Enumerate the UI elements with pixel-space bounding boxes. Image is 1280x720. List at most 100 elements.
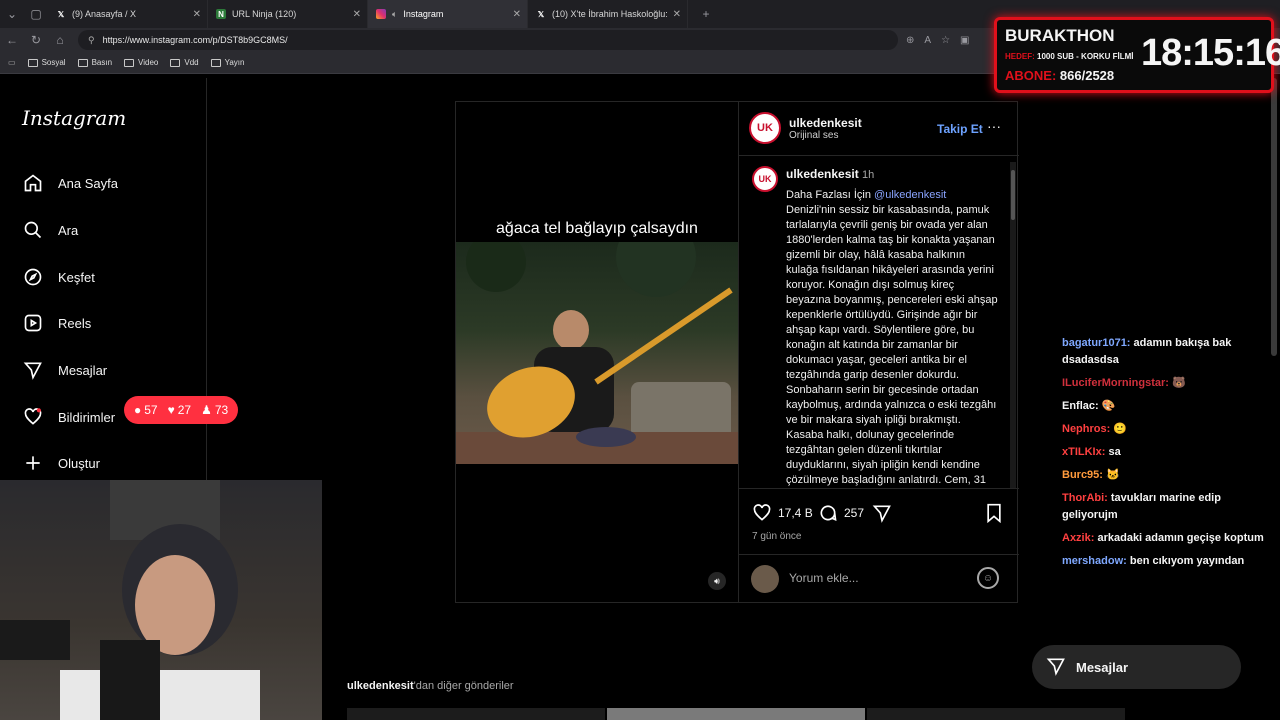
emoji-icon[interactable]: ☺ [977, 567, 999, 589]
like-count: 17,4 B [778, 506, 813, 520]
url-field[interactable]: ⚲ https://www.instagram.com/p/DST8b9GC8M… [78, 30, 898, 50]
avatar-text: UK [758, 174, 772, 184]
caption-author[interactable]: ulkedenkesit 1h [786, 167, 874, 181]
post-media[interactable]: ağaca tel bağlayıp çalsaydın 🔊︎ [456, 102, 738, 602]
bookmark-label: Basın [91, 58, 113, 67]
post-actions: 17,4 B 257 7 gün önce [739, 488, 1019, 560]
nav-label: Ara [58, 222, 79, 238]
bookmark-label: Video [138, 58, 159, 67]
nav-label: Ana Sayfa [58, 175, 118, 191]
chat-user: Enflac: [1062, 400, 1099, 412]
comment-count: 257 [844, 506, 865, 520]
save-button[interactable] [985, 503, 1003, 528]
nav-messages[interactable]: Mesajlar [22, 359, 107, 381]
tab-x-home[interactable]: 𝕏 (9) Anasayfa / X ✕ [48, 0, 208, 28]
home-icon[interactable]: ⌂ [48, 33, 72, 47]
page-scrollbar[interactable] [1270, 78, 1278, 358]
more-options-icon[interactable]: ··· [987, 118, 1001, 134]
more-posts-user[interactable]: ulkedenkesit [347, 680, 414, 692]
post-side-panel: UK ulkedenkesit Orijinal ses Takip Et ··… [738, 102, 1019, 602]
caption-body: Denizli'nin sessiz bir kasabasında, pamu… [786, 204, 998, 486]
video-frame[interactable] [456, 217, 738, 464]
post-thumbnail[interactable] [867, 708, 1125, 720]
comment-icon [820, 505, 837, 521]
plus-icon [22, 452, 44, 474]
close-icon[interactable]: ✕ [193, 9, 201, 20]
close-icon[interactable]: ✕ [513, 9, 521, 20]
notif-comments: 57 [144, 403, 158, 417]
nav-label: Reels [58, 315, 92, 331]
nav-label: Oluştur [58, 455, 100, 471]
reload-icon[interactable]: ↻ [24, 33, 48, 47]
zoom-icon[interactable]: ⊕ [906, 35, 914, 46]
avatar-text: UK [757, 122, 773, 134]
nav-home[interactable]: Ana Sayfa [22, 172, 118, 194]
instagram-logo[interactable]: Instagram [22, 106, 126, 130]
scroll-thumb[interactable] [1011, 170, 1015, 220]
nav-search[interactable]: Ara [22, 219, 78, 241]
comment-input[interactable]: Yorum ekle... [789, 571, 859, 585]
chat-message: Burc95: 🐱 [1062, 467, 1272, 484]
comment-button[interactable]: 257 [818, 503, 864, 523]
post-thumbnail[interactable] [347, 708, 605, 720]
back-icon[interactable]: ← [0, 33, 24, 47]
like-button[interactable]: 17,4 B [752, 503, 813, 523]
post-thumbnail[interactable] [607, 708, 865, 720]
new-tab-icon[interactable]: + [694, 7, 718, 21]
caption-mention[interactable]: @ulkedenkesit [874, 189, 946, 201]
read-aloud-icon[interactable]: A [924, 35, 931, 46]
tab-instagram[interactable]: 🔈︎ Instagram ✕ [368, 0, 528, 28]
tab-x-post[interactable]: 𝕏 (10) X'te İbrahim Haskoloğlu: " ✕ [528, 0, 688, 28]
nav-notifications[interactable]: Bildirimler [22, 406, 115, 428]
audio-label[interactable]: Orijinal ses [789, 130, 838, 141]
x-icon: 𝕏 [57, 9, 65, 19]
caption-area: UK ulkedenkesit 1h Daha Fazlası İçin @ul… [739, 158, 1011, 488]
folder-icon [27, 58, 38, 67]
caption-scrollbar[interactable] [1010, 162, 1016, 488]
screen: ⌄ ▢ 𝕏 (9) Anasayfa / X ✕ N URL Ninja (12… [0, 0, 1280, 720]
nav-reels[interactable]: Reels [22, 312, 91, 334]
favorite-icon[interactable]: ☆ [941, 35, 950, 46]
chat-message: Nephros: 🙂 [1062, 421, 1272, 438]
close-icon[interactable]: ✕ [673, 9, 681, 20]
bookmark-folder[interactable]: Sosyal [27, 58, 66, 67]
share-button[interactable] [872, 503, 892, 528]
messages-button[interactable]: Mesajlar [1032, 645, 1241, 689]
bookmark-folder[interactable]: Basın [77, 58, 113, 67]
messages-label: Mesajlar [1076, 659, 1129, 675]
nav-explore[interactable]: Keşfet [22, 266, 95, 288]
speaker-icon[interactable]: 🔈︎ [392, 9, 397, 20]
folder-icon [170, 58, 181, 67]
volume-icon[interactable]: 🔊︎ [708, 572, 726, 590]
author-name[interactable]: ulkedenkesit [789, 116, 862, 130]
chat-message: Axzik: arkadaki adamın geçişe koptum [1062, 530, 1272, 547]
caption-time: 1h [862, 169, 875, 181]
chat-message: Enflac: 🎨 [1062, 398, 1272, 415]
author-avatar[interactable]: UK [749, 112, 781, 144]
bookmark-folder[interactable]: Yayın [210, 58, 244, 67]
user-avatar[interactable] [751, 565, 779, 593]
nav-create[interactable]: Oluştur [22, 452, 100, 474]
reading-list-icon[interactable]: ▭ [8, 58, 16, 67]
extension-icon[interactable]: ▣ [960, 35, 969, 46]
bookmark-folder[interactable]: Vdd [170, 58, 199, 67]
post-date: 7 gün önce [752, 531, 802, 542]
site-info-icon[interactable]: ⚲ [88, 35, 95, 46]
notification-badge[interactable]: ● 57 ♥ 27 ♟ 73 [124, 396, 239, 424]
chat-user: Nephros: [1062, 423, 1111, 435]
chat-text: sa [1108, 446, 1121, 458]
search-icon [22, 219, 44, 241]
close-icon[interactable]: ✕ [353, 9, 361, 20]
tab-url-ninja[interactable]: N URL Ninja (120) ✕ [208, 0, 368, 28]
stream-goal-overlay: BURAKTHON HEDEF: 1000 SUB - KORKU FİLMİ … [994, 17, 1280, 93]
emote-icon: 🐻 [1172, 377, 1186, 389]
emote-icon: 🐱 [1106, 469, 1120, 481]
scroll-thumb[interactable] [1271, 78, 1277, 356]
tab-menu-icon[interactable]: ⌄ [0, 7, 24, 21]
workspaces-icon[interactable]: ▢ [24, 7, 48, 21]
bookmark-folder[interactable]: Video [124, 58, 158, 67]
chat-user: ThorAbi: [1062, 492, 1108, 504]
emote-icon: 🙂 [1113, 423, 1128, 435]
follow-button[interactable]: Takip Et [937, 122, 983, 136]
caption-avatar[interactable]: UK [752, 166, 778, 192]
